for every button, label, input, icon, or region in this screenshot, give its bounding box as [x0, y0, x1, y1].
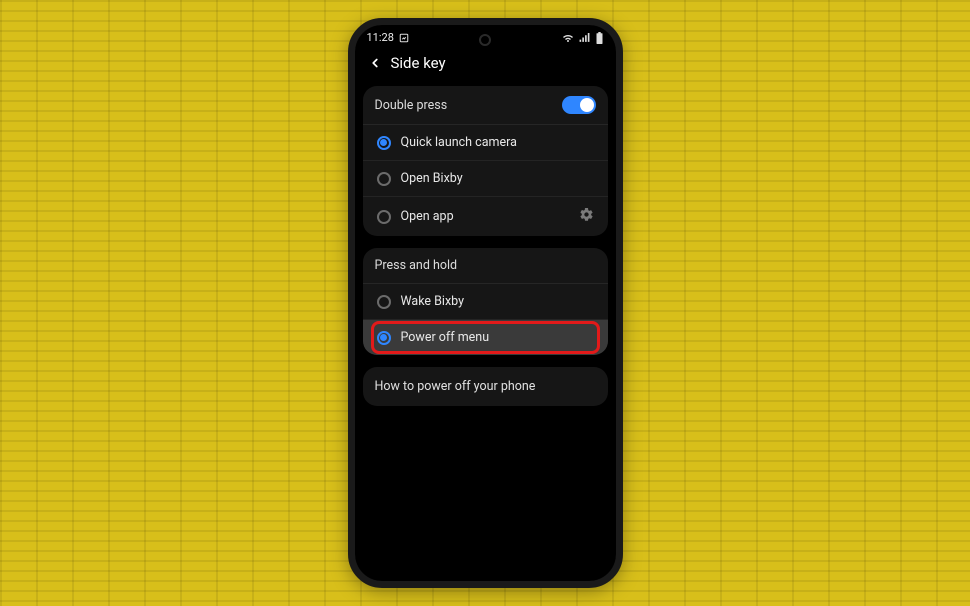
gear-icon[interactable]	[579, 207, 594, 226]
title-bar: Side key	[355, 46, 616, 86]
option-power-off-menu[interactable]: Power off menu	[363, 320, 608, 355]
back-button[interactable]	[367, 55, 383, 71]
section-title: Double press	[375, 98, 448, 113]
section-double-press: Double press Quick launch camera Open Bi…	[363, 86, 608, 236]
double-press-toggle[interactable]	[562, 96, 596, 114]
section-info: How to power off your phone	[363, 367, 608, 406]
screenshot-icon	[399, 33, 409, 43]
option-label: Open app	[401, 209, 569, 224]
section-title: Press and hold	[375, 258, 458, 273]
radio-icon	[377, 172, 391, 186]
radio-icon	[377, 210, 391, 224]
wifi-icon	[562, 33, 574, 43]
option-label: Open Bixby	[401, 171, 594, 186]
status-time: 11:28	[367, 31, 394, 44]
radio-selected-icon	[377, 331, 391, 345]
option-quick-launch-camera[interactable]: Quick launch camera	[363, 125, 608, 161]
physical-button-left-1	[348, 175, 349, 203]
info-label: How to power off your phone	[375, 379, 536, 394]
screen: 11:28 Side key Double press Quic	[355, 25, 616, 581]
section-press-and-hold: Press and hold Wake Bixby Power off menu	[363, 248, 608, 355]
volume-button	[622, 135, 623, 185]
option-label: Wake Bixby	[401, 294, 594, 309]
radio-icon	[377, 295, 391, 309]
info-how-to-power-off[interactable]: How to power off your phone	[363, 367, 608, 406]
option-open-bixby[interactable]: Open Bixby	[363, 161, 608, 197]
battery-icon	[595, 32, 604, 44]
page-title: Side key	[391, 54, 446, 72]
physical-button-left-2	[348, 210, 349, 238]
option-label: Power off menu	[401, 330, 594, 345]
section-header-press-hold: Press and hold	[363, 248, 608, 284]
side-key-button	[622, 195, 623, 225]
option-open-app[interactable]: Open app	[363, 197, 608, 236]
front-camera	[479, 34, 491, 46]
chevron-left-icon	[368, 56, 382, 70]
phone-frame: 11:28 Side key Double press Quic	[348, 18, 623, 588]
radio-selected-icon	[377, 136, 391, 150]
option-wake-bixby[interactable]: Wake Bixby	[363, 284, 608, 320]
section-header-double-press: Double press	[363, 86, 608, 125]
option-label: Quick launch camera	[401, 135, 594, 150]
signal-icon	[579, 33, 590, 43]
